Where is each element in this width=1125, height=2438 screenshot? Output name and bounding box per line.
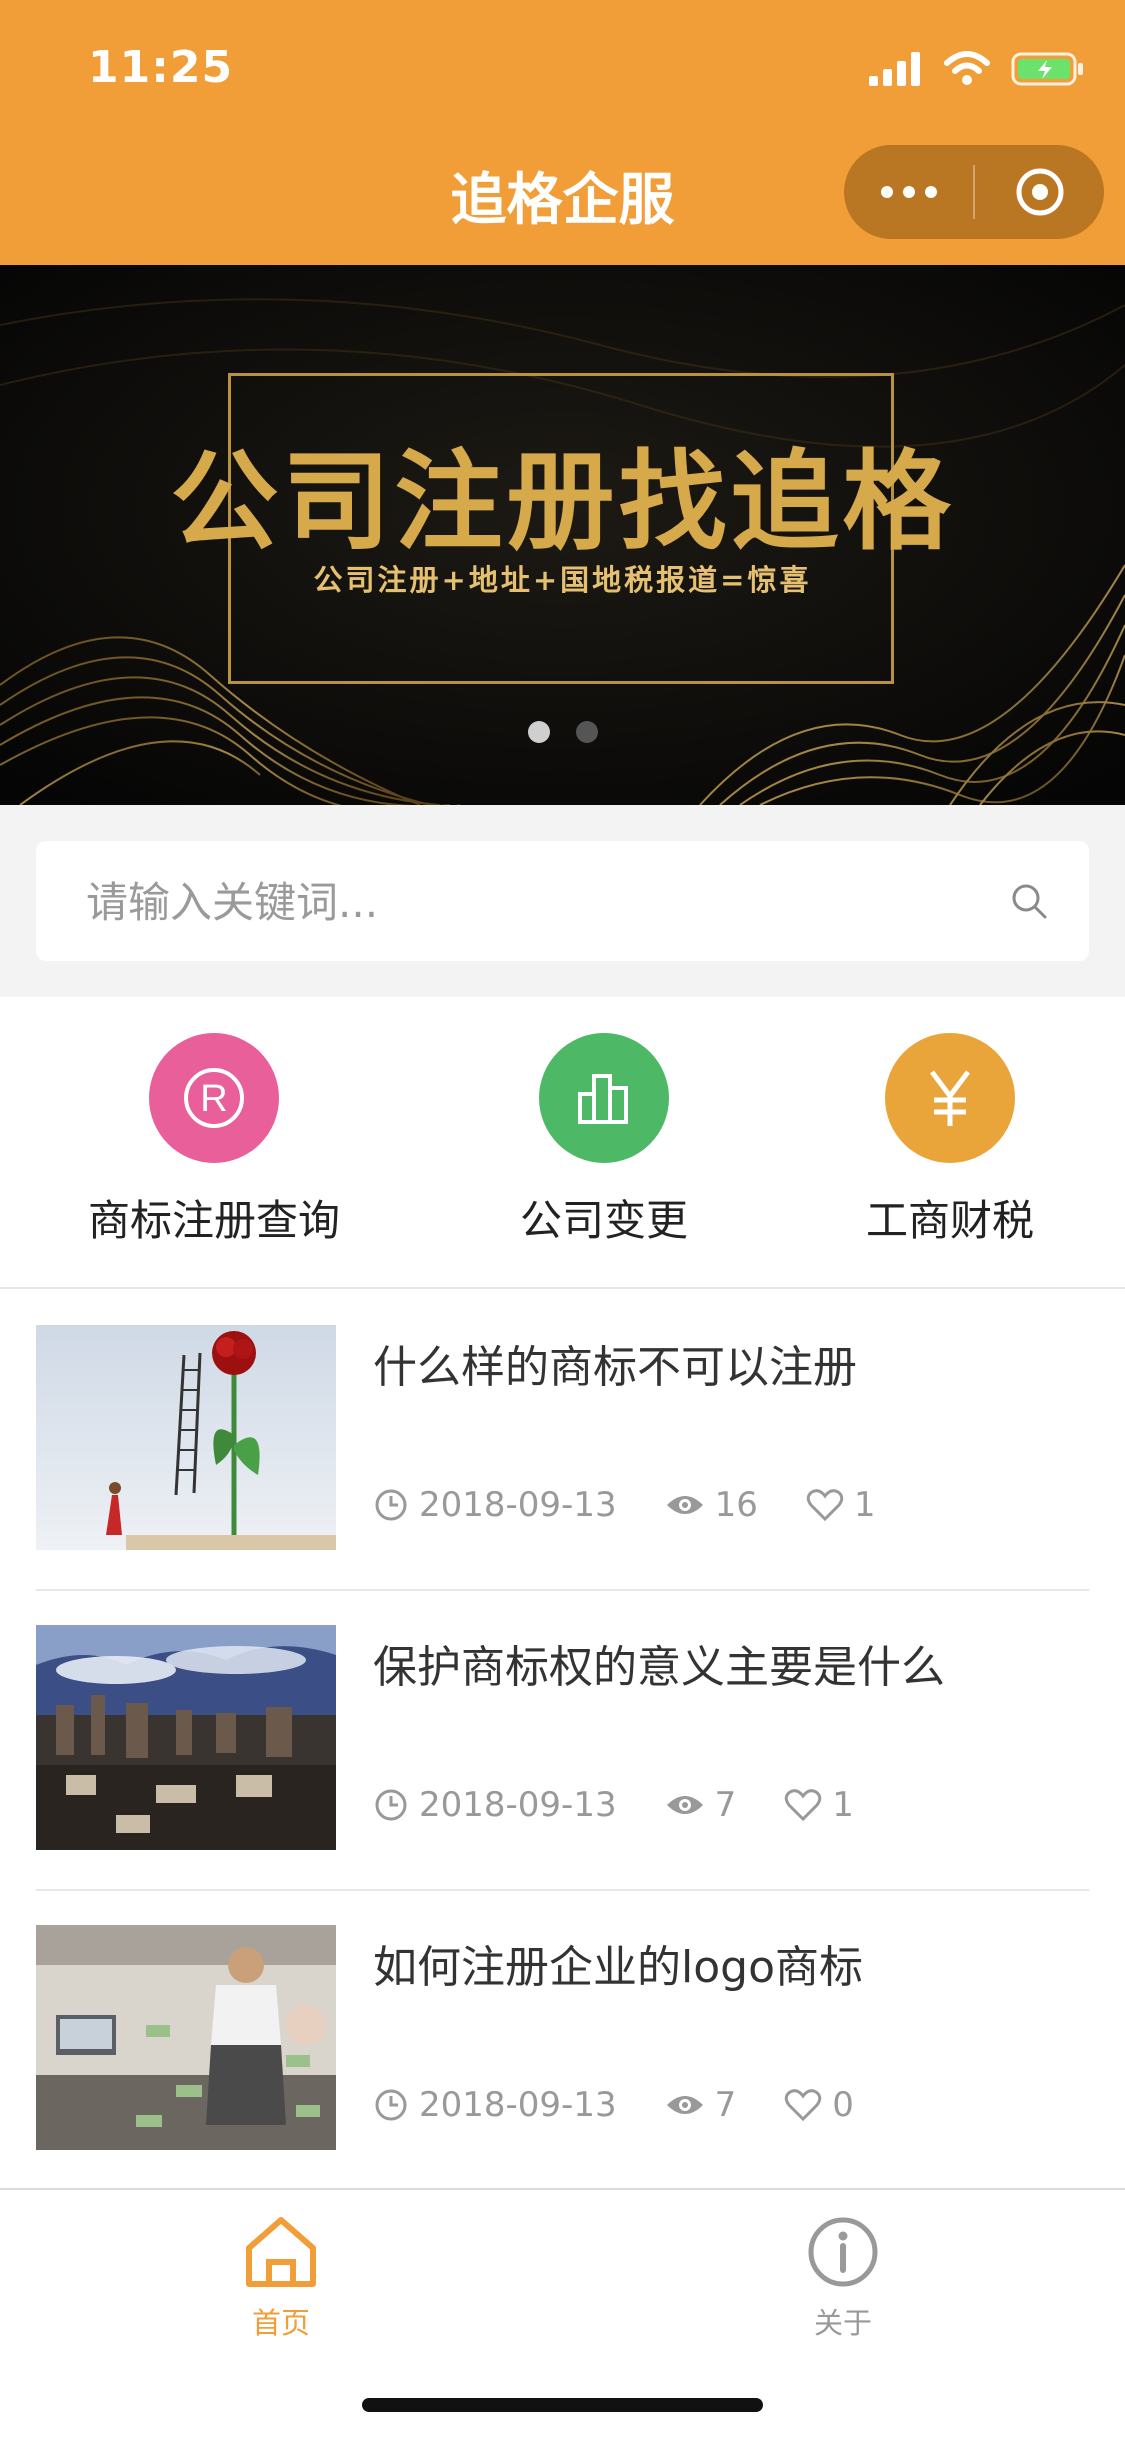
registered-trademark-icon: R xyxy=(149,1033,279,1163)
yen-icon xyxy=(885,1033,1015,1163)
tab-home[interactable]: 首页 xyxy=(181,2214,381,2342)
views-count: 16 xyxy=(714,1485,758,1525)
quick-entry-trademark[interactable]: R 商标注册查询 xyxy=(84,1033,344,1248)
clock-icon xyxy=(375,1789,407,1821)
more-dot xyxy=(880,186,893,198)
article-likes: 1 xyxy=(784,1785,854,1825)
quick-entry-tax[interactable]: 工商财税 xyxy=(820,1033,1080,1248)
banner-carousel[interactable]: 公司注册找追格 公司注册+地址+国地税报道=惊喜 xyxy=(0,265,1125,805)
target-close-icon xyxy=(1016,168,1063,216)
article-thumbnail xyxy=(36,1925,336,2150)
wifi-icon xyxy=(944,51,990,85)
status-time: 11:25 xyxy=(88,42,234,93)
eye-icon xyxy=(666,1796,703,1814)
article-title: 保护商标权的意义主要是什么 xyxy=(373,1642,945,1693)
date-text: 2018-09-13 xyxy=(419,1785,617,1825)
battery-icon xyxy=(1011,52,1083,86)
home-indicator xyxy=(362,2398,763,2412)
search-input[interactable] xyxy=(84,841,968,963)
article-likes: 1 xyxy=(806,1485,876,1525)
search-box[interactable] xyxy=(36,841,1089,963)
list-item[interactable]: 什么样的商标不可以注册 2018-09-13 16 1 xyxy=(36,1289,1089,1591)
date-text: 2018-09-13 xyxy=(419,2085,617,2125)
tab-home-label: 首页 xyxy=(251,2306,310,2340)
more-dot xyxy=(924,186,937,198)
eye-icon xyxy=(666,2096,703,2114)
tab-about[interactable]: 关于 xyxy=(743,2214,943,2342)
signal-icon xyxy=(869,52,920,86)
quick-entry-label: 商标注册查询 xyxy=(87,1196,340,1245)
article-thumbnail xyxy=(36,1625,336,1850)
more-dot xyxy=(902,186,915,198)
status-icons xyxy=(869,46,1085,92)
views-count: 7 xyxy=(714,1785,737,1825)
home-icon xyxy=(246,2217,316,2287)
article-title: 如何注册企业的logo商标 xyxy=(373,1942,863,1993)
clock-icon xyxy=(375,1489,407,1521)
quick-entry-label: 工商财税 xyxy=(865,1196,1034,1245)
likes-count: 1 xyxy=(853,1485,876,1525)
carousel-indicator xyxy=(528,721,598,743)
list-item[interactable]: 保护商标权的意义主要是什么 2018-09-13 7 1 xyxy=(36,1589,1089,1891)
date-text: 2018-09-13 xyxy=(419,1485,617,1525)
eye-icon xyxy=(666,1496,703,1514)
svg-text:R: R xyxy=(200,1078,227,1120)
article-views: 16 xyxy=(665,1485,758,1525)
article-date: 2018-09-13 xyxy=(373,2085,617,2125)
article-meta: 2018-09-13 16 1 xyxy=(373,1485,876,1525)
article-views: 7 xyxy=(665,2085,737,2125)
article-date: 2018-09-13 xyxy=(373,1485,617,1525)
carousel-dot-active[interactable] xyxy=(528,721,550,743)
bar-chart-icon xyxy=(539,1033,669,1163)
quick-entry-company-change[interactable]: 公司变更 xyxy=(474,1033,734,1248)
likes-count: 0 xyxy=(832,2085,854,2125)
header: 11:25 追格企服 xyxy=(0,0,1125,265)
views-count: 7 xyxy=(714,2085,737,2125)
carousel-dot[interactable] xyxy=(576,721,598,743)
more-button[interactable] xyxy=(844,145,973,239)
clock-icon xyxy=(375,2089,407,2121)
article-likes: 0 xyxy=(784,2085,854,2125)
quick-entries: R 商标注册查询 公司变更 工商财税 xyxy=(0,997,1125,1289)
search-section xyxy=(0,805,1125,997)
heart-icon xyxy=(806,1489,844,1522)
article-meta: 2018-09-13 7 1 xyxy=(373,1785,854,1825)
heart-icon xyxy=(784,1789,822,1822)
quick-entry-label: 公司变更 xyxy=(519,1196,688,1245)
banner-subtitle: 公司注册+地址+国地税报道=惊喜 xyxy=(313,563,812,597)
tab-about-label: 关于 xyxy=(813,2306,872,2340)
article-meta: 2018-09-13 7 0 xyxy=(373,2085,854,2125)
article-title: 什么样的商标不可以注册 xyxy=(373,1342,857,1393)
info-icon xyxy=(808,2217,878,2287)
heart-icon xyxy=(784,2089,822,2122)
article-thumbnail xyxy=(36,1325,336,1550)
banner-title: 公司注册找追格 xyxy=(170,439,955,565)
likes-count: 1 xyxy=(832,1785,854,1825)
search-icon[interactable] xyxy=(1009,881,1049,921)
article-views: 7 xyxy=(665,1785,737,1825)
list-item[interactable]: 如何注册企业的logo商标 2018-09-13 7 0 xyxy=(36,1889,1089,2191)
mini-program-capsule xyxy=(844,145,1104,239)
article-date: 2018-09-13 xyxy=(373,1785,617,1825)
close-button[interactable] xyxy=(975,145,1104,239)
